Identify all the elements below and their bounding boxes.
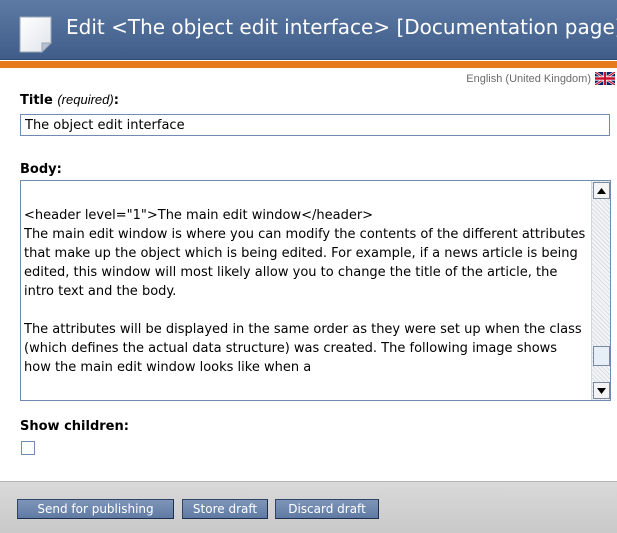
title-label: Title (required):: [20, 92, 119, 108]
title-label-colon: :: [113, 93, 119, 108]
arrow-down-icon: [597, 387, 606, 394]
show-children-checkbox[interactable]: [21, 441, 35, 455]
scroll-thumb[interactable]: [593, 346, 610, 366]
body-textarea[interactable]: <header level="1">The main edit window</…: [21, 181, 591, 400]
body-editor: <header level="1">The main edit window</…: [20, 180, 611, 401]
title-label-text: Title: [20, 93, 53, 108]
uk-flag-icon: [595, 72, 615, 85]
send-for-publishing-button[interactable]: Send for publishing: [17, 499, 174, 519]
scroll-down-button[interactable]: [593, 382, 610, 399]
document-icon: [19, 16, 52, 53]
body-label: Body:: [20, 162, 62, 177]
accent-strip: [0, 61, 617, 68]
action-bar: Send for publishing Store draft Discard …: [0, 481, 617, 533]
language-indicator: English (United Kingdom): [466, 71, 615, 86]
window-title-bar: Edit <The object edit interface> [Docume…: [0, 0, 617, 60]
arrow-up-icon: [597, 187, 606, 194]
title-input[interactable]: [20, 114, 610, 136]
language-label: English (United Kingdom): [466, 72, 591, 85]
show-children-label: Show children:: [20, 419, 129, 434]
discard-draft-button[interactable]: Discard draft: [275, 499, 379, 519]
page-title: Edit <The object edit interface> [Docume…: [66, 15, 617, 39]
body-scrollbar[interactable]: [591, 181, 610, 400]
store-draft-button[interactable]: Store draft: [182, 499, 268, 519]
scroll-up-button[interactable]: [593, 182, 610, 199]
required-marker: (required): [57, 92, 114, 107]
